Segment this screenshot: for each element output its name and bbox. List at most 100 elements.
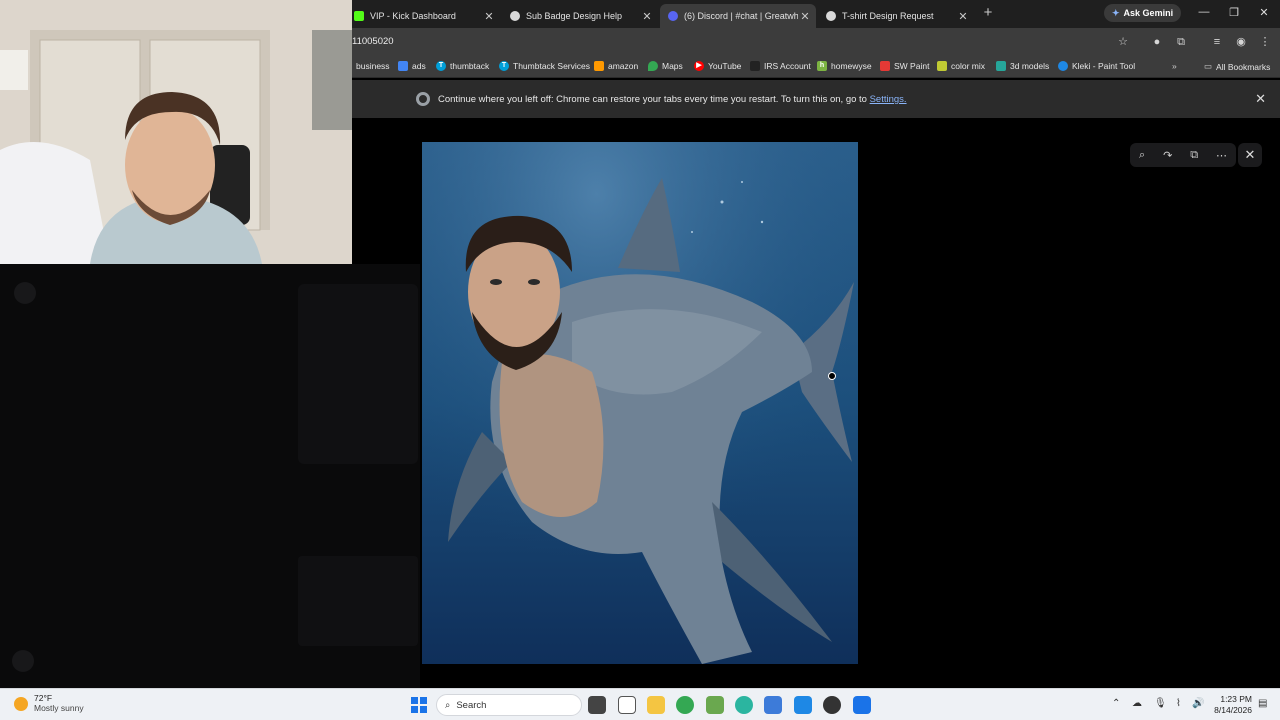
youtube-icon: ▶	[694, 61, 704, 71]
message-image	[298, 556, 418, 646]
wifi-icon[interactable]: ⌇	[1176, 698, 1181, 709]
gemini-icon: ✦	[1112, 7, 1120, 18]
word-icon[interactable]	[853, 696, 871, 714]
close-tab-icon[interactable]: ✕	[798, 10, 812, 23]
temperature: 72°F	[34, 693, 53, 703]
more-options-icon[interactable]: ⋯	[1216, 149, 1227, 162]
bookmark-thumbtack-services[interactable]: T Thumbtack Services	[499, 61, 590, 71]
profile-icon[interactable]: ◉	[1234, 35, 1248, 49]
bookmark-business[interactable]: business	[356, 61, 390, 71]
close-infobar-icon[interactable]: ✕	[1255, 91, 1266, 107]
notification-icon[interactable]: ▤	[1258, 698, 1267, 709]
avatar	[12, 650, 34, 672]
kick-icon	[354, 11, 364, 21]
thumbtack-icon: T	[436, 61, 446, 71]
tab-discord[interactable]: (6) Discord | #chat | Greatwhite ✕	[660, 4, 816, 28]
tab-sub-badge[interactable]: Sub Badge Design Help ✕	[502, 4, 658, 28]
close-window-icon[interactable]: ✕	[1254, 6, 1274, 19]
thumbtack-icon: T	[499, 61, 509, 71]
bookmark-color-mix[interactable]: color mix	[937, 61, 985, 71]
taskbar: 72°F Mostly sunny ⌕ Search ⌃ ☁ 🎙 ⌇ 🔊 1:2…	[0, 688, 1280, 720]
message-image	[298, 284, 418, 464]
microphone-icon[interactable]: 🎙	[1154, 698, 1167, 709]
weather-widget[interactable]: 72°F Mostly sunny	[14, 693, 84, 714]
tray-overflow-icon[interactable]: ⌃	[1112, 698, 1120, 709]
file-explorer-icon[interactable]	[647, 696, 665, 714]
notes-app-icon[interactable]	[764, 696, 782, 714]
homewyse-icon: h	[817, 61, 827, 71]
search-icon: ⌕	[445, 699, 451, 711]
zoom-icon[interactable]: ⌕	[1139, 149, 1145, 162]
bookmark-homewyse[interactable]: h homewyse	[817, 61, 872, 71]
bookmark-3d-models[interactable]: 3d models	[996, 61, 1049, 71]
open-external-icon[interactable]: ⧉	[1190, 149, 1198, 162]
bookmark-youtube[interactable]: ▶ YouTube	[694, 61, 741, 71]
folder-icon: ▭	[1204, 61, 1213, 71]
close-tab-icon[interactable]: ✕	[640, 10, 654, 23]
bookmark-sw-paint[interactable]: SW Paint	[880, 61, 929, 71]
taskbar-search[interactable]: ⌕ Search	[436, 694, 582, 716]
close-viewer-button[interactable]: ✕	[1238, 143, 1262, 167]
task-view-icon[interactable]	[588, 696, 606, 714]
more-bookmarks-icon[interactable]: »	[1172, 61, 1177, 71]
time: 1:23 PM	[1220, 694, 1252, 704]
windows-start-icon[interactable]	[411, 697, 427, 713]
paint-icon	[880, 61, 890, 71]
url-text[interactable]: 11005020	[352, 36, 394, 47]
chrome-taskbar-icon[interactable]	[676, 696, 694, 714]
bookmark-thumbtack[interactable]: Tthumbtack	[436, 61, 489, 71]
restore-message: Continue where you left off: Chrome can …	[438, 94, 907, 105]
new-tab-button[interactable]: +	[980, 5, 996, 21]
discord-background	[0, 264, 420, 688]
irs-icon	[750, 61, 760, 71]
discord-icon	[668, 11, 678, 21]
settings-link[interactable]: Settings.	[870, 94, 907, 105]
restore-tabs-infobar: Continue where you left off: Chrome can …	[352, 80, 1280, 118]
clock[interactable]: 1:23 PM 8/14/2026	[1208, 694, 1252, 716]
tab-kick-dashboard[interactable]: VIP - Kick Dashboard ✕	[346, 4, 500, 28]
close-tab-icon[interactable]: ✕	[482, 10, 496, 23]
all-bookmarks[interactable]: ▭ All Bookmarks	[1204, 61, 1270, 72]
kleki-icon	[1058, 61, 1068, 71]
date: 8/14/2026	[1214, 705, 1252, 715]
page-icon	[510, 11, 520, 21]
tab-tshirt[interactable]: T-shirt Design Request ✕	[818, 4, 974, 28]
bookmark-irs[interactable]: IRS Account	[750, 61, 811, 71]
notepad-icon[interactable]	[618, 696, 636, 714]
3d-models-icon	[996, 61, 1006, 71]
bookmark-kleki[interactable]: Kleki - Paint Tool	[1058, 61, 1135, 71]
server-icon	[14, 282, 36, 304]
minimize-icon[interactable]: —	[1194, 6, 1214, 18]
sun-icon	[14, 696, 28, 711]
bookmark-amazon[interactable]: amazon	[594, 61, 638, 71]
extensions-icon[interactable]: ⧉	[1174, 35, 1188, 49]
webcam-image	[0, 0, 352, 264]
color-mix-icon	[937, 61, 947, 71]
extension-avatar-icon[interactable]: ●	[1150, 35, 1164, 49]
webcam-feed	[0, 0, 352, 264]
menu-icon[interactable]: ⋮	[1258, 35, 1272, 49]
paint-app-icon[interactable]	[794, 696, 812, 714]
maximize-icon[interactable]: ❐	[1224, 6, 1244, 19]
image-viewer-toolbar: ⌕ ↷ ⧉ ⋯	[1130, 143, 1236, 167]
edge-icon[interactable]	[735, 696, 753, 714]
page-icon	[826, 11, 836, 21]
star-icon[interactable]: ☆	[1116, 35, 1130, 49]
volume-icon[interactable]: 🔊	[1192, 698, 1204, 709]
image-preview[interactable]	[422, 142, 858, 664]
onedrive-icon[interactable]: ☁	[1132, 698, 1142, 709]
bookmark-maps[interactable]: Maps	[648, 61, 683, 71]
ask-gemini-button[interactable]: ✦ Ask Gemini	[1104, 4, 1182, 22]
media-icon[interactable]: ≡	[1210, 35, 1224, 49]
app-stack-icon[interactable]	[706, 696, 724, 714]
obs-icon[interactable]	[823, 696, 841, 714]
mouse-cursor	[828, 372, 836, 380]
chrome-icon	[416, 92, 430, 106]
amazon-icon	[594, 61, 604, 71]
screen: VIP - Kick Dashboard ✕ Sub Badge Design …	[0, 0, 1280, 720]
ads-icon	[398, 61, 408, 71]
shark-man-image	[422, 142, 858, 664]
bookmark-ads[interactable]: ads	[398, 61, 426, 71]
close-tab-icon[interactable]: ✕	[956, 10, 970, 23]
forward-icon[interactable]: ↷	[1163, 149, 1172, 162]
